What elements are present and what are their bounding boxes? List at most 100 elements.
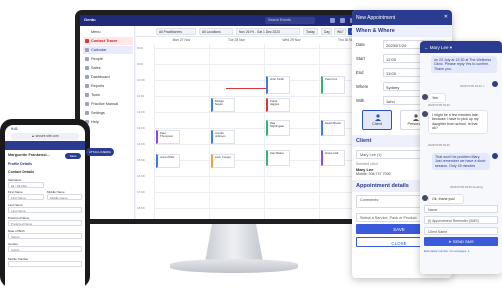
when-where-section: When & Where bbox=[352, 25, 452, 37]
dob-field[interactable]: Select... bbox=[8, 233, 82, 239]
client-name: Marguerite Frankenst... bbox=[8, 153, 50, 157]
gender-select[interactable]: Select... bbox=[8, 246, 82, 252]
time-label: 10:00 bbox=[137, 78, 145, 82]
back-arrow-icon[interactable]: ← bbox=[424, 45, 429, 50]
salutation-select[interactable]: Mr / Mrs/Ms bbox=[8, 182, 44, 188]
message-count-label: Estimated number of messages: 1 bbox=[424, 249, 470, 253]
middle-name-field[interactable]: Middle Name bbox=[47, 194, 82, 200]
sidebar-item-help[interactable]: Help bbox=[83, 118, 133, 126]
contact-details-heading: Contact Details bbox=[8, 170, 35, 174]
appointment-block[interactable]: Liam Cooper bbox=[211, 154, 235, 168]
chat-title: Mary Lee bbox=[429, 45, 449, 50]
sms-template-select[interactable]: (I) Appointment Reminder (SMS) bbox=[424, 216, 498, 224]
search-input[interactable]: Search Events bbox=[265, 17, 315, 24]
start-label: Start bbox=[356, 56, 365, 61]
tracer-icon bbox=[85, 39, 89, 43]
sidebar-item-sales[interactable]: Sales bbox=[83, 64, 133, 72]
last-name-field[interactable]: Last Name bbox=[8, 207, 82, 213]
app-logo: Gentu bbox=[84, 17, 96, 22]
time-label: 16:00 bbox=[137, 174, 145, 178]
phone-screen: 9:41 ▲ secure.site.com Marguerite Franke… bbox=[5, 125, 85, 288]
message-bubble: Yes bbox=[428, 93, 446, 104]
appointment-block[interactable]: Frank Higgins bbox=[266, 98, 290, 112]
location-select[interactable]: All Locations bbox=[199, 28, 233, 35]
appointment-block[interactable]: Anna White bbox=[156, 154, 180, 168]
practitioner-select[interactable]: All Practitioners bbox=[156, 28, 196, 35]
time-label: 13:00 bbox=[137, 126, 145, 130]
browser-url-bar[interactable]: ▲ secure.site.com bbox=[11, 133, 79, 140]
view-wk7-button[interactable]: Wk7 bbox=[334, 28, 346, 35]
today-button[interactable]: Today bbox=[303, 28, 318, 35]
personal-icon bbox=[413, 114, 419, 121]
appointment-block[interactable]: Bridget Naylor bbox=[211, 98, 235, 112]
close-icon[interactable]: ✕ bbox=[444, 14, 448, 20]
sidebar-item-reports[interactable]: Reports bbox=[83, 82, 133, 90]
appointment-block[interactable]: Paul Thompson bbox=[156, 130, 180, 144]
profile-details-tab[interactable]: Profile Details bbox=[8, 162, 82, 166]
time-label: 12:00 bbox=[137, 110, 145, 114]
sidebar-item-settings[interactable]: Settings bbox=[83, 109, 133, 117]
where-label: Where bbox=[356, 84, 369, 89]
chevron-down-icon[interactable]: ▾ bbox=[450, 45, 452, 50]
marketing-composite: Gentu Search Events Menu Contact Tracer … bbox=[0, 0, 502, 288]
time-label: 9:00 bbox=[137, 62, 143, 66]
date-label: Date bbox=[356, 42, 365, 47]
dashboard-icon bbox=[85, 75, 89, 79]
day-header: Wed 29 Nov bbox=[282, 38, 301, 42]
first-name-field[interactable]: First Name bbox=[8, 194, 44, 200]
sidebar-item-dashboard[interactable]: Dashboard bbox=[83, 73, 133, 81]
appointment-block[interactable]: Sam Baker bbox=[266, 150, 290, 166]
bell-icon[interactable] bbox=[340, 18, 345, 23]
time-label: 17:00 bbox=[137, 190, 145, 194]
phone-app-bar bbox=[5, 141, 85, 150]
client-mobile: Mobile: 008 747 7000 bbox=[356, 172, 391, 176]
view-day-button[interactable]: Day bbox=[321, 28, 332, 35]
reports-icon bbox=[85, 84, 89, 88]
day-header: Tue 28 Nov bbox=[228, 38, 245, 42]
message-bubble: That won't be problem Mary. Just remembe… bbox=[432, 153, 490, 171]
sms-text-input[interactable]: Name bbox=[424, 205, 498, 213]
time-label: 18:00 bbox=[137, 206, 145, 210]
sidebar-item-practice-manual[interactable]: Practice Manual bbox=[83, 100, 133, 108]
message-bubble: I might be a few minutes late because I … bbox=[428, 110, 488, 134]
phone-status-bar: 9:41 bbox=[11, 127, 18, 131]
time-label: 8:00 bbox=[137, 46, 143, 50]
date-range-picker[interactable]: Nov 26 Fri - Sat 1 Dec 2023 bbox=[236, 28, 300, 35]
message-timestamp: 2023/07/05 09:43 bbox=[428, 103, 450, 107]
preferred-name-field[interactable]: Preferred Name bbox=[8, 220, 82, 226]
time-label: 15:00 bbox=[137, 158, 145, 162]
appointment-block[interactable]: Grace Hall bbox=[321, 150, 345, 166]
calendar-icon bbox=[85, 48, 89, 52]
message-bubble: on 23 July at 12:30 at The Wellness Clin… bbox=[431, 56, 497, 74]
sales-icon bbox=[85, 66, 89, 70]
sidebar-menu-label: Menu bbox=[91, 30, 101, 34]
appointment-block[interactable]: Rita Nightingale bbox=[266, 120, 290, 136]
appointment-block[interactable]: John Smith bbox=[266, 76, 290, 94]
appointment-block[interactable]: Peter Fox bbox=[321, 76, 345, 94]
tools-icon bbox=[85, 93, 89, 97]
message-timestamp: 2023/07/05 09:40 ✓ bbox=[460, 84, 485, 88]
appointment-block[interactable]: Amelia Johnson bbox=[211, 130, 235, 144]
save-button[interactable]: Save bbox=[65, 153, 81, 159]
message-timestamp: 2023/07/05 09:45 bbox=[428, 143, 450, 147]
people-icon bbox=[85, 57, 89, 61]
monitor-stand-base bbox=[170, 259, 298, 273]
sidebar-item-calendar[interactable]: Calendar bbox=[83, 46, 133, 54]
person-icon bbox=[375, 114, 381, 121]
type-client-button[interactable]: Client bbox=[362, 110, 392, 130]
mobile-phone: 9:41 ▲ secure.site.com Marguerite Franke… bbox=[0, 119, 90, 288]
appointment-block[interactable]: Heath Brown bbox=[321, 120, 345, 136]
practice-avatar bbox=[492, 81, 498, 87]
sidebar-item-contact-tracer[interactable]: Contact Tracer bbox=[83, 37, 133, 45]
chat-header: ← Mary Lee ▾ bbox=[420, 41, 502, 53]
message-timestamp: 2023/07/05 09:50 Sending bbox=[450, 185, 483, 189]
grid-icon[interactable] bbox=[330, 18, 335, 23]
sidebar-item-tools[interactable]: Tools bbox=[83, 91, 133, 99]
send-sms-button[interactable]: ➤ SEND SMS bbox=[424, 237, 498, 246]
sms-chat-panel: ← Mary Lee ▾ on 23 July at 12:30 at The … bbox=[420, 41, 502, 274]
sidebar-item-people[interactable]: People bbox=[83, 55, 133, 63]
mobile-number-field[interactable] bbox=[8, 261, 82, 267]
client-name-select[interactable]: Client Name bbox=[424, 227, 498, 235]
time-label: 11:00 bbox=[137, 94, 145, 98]
attach-media-button[interactable]: ATTACH MEDIA bbox=[86, 148, 114, 156]
